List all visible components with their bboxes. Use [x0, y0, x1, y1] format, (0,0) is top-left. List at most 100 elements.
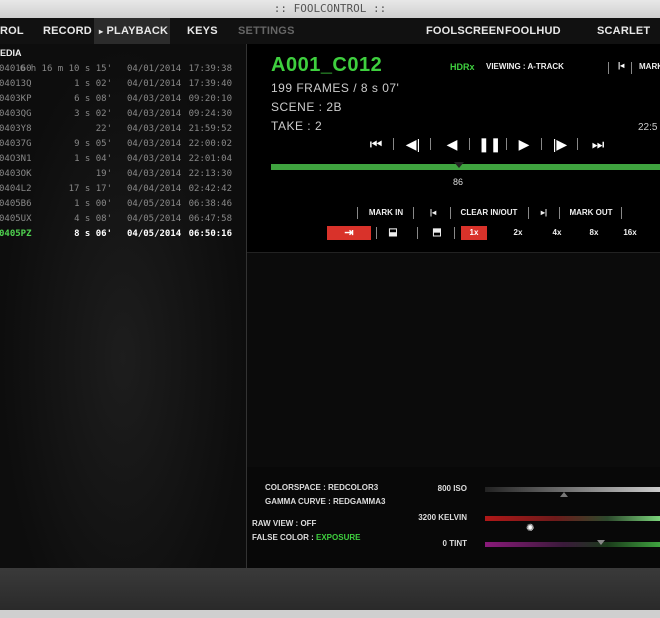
nav-playback[interactable]: ▸ PLAYBACK — [94, 18, 170, 44]
go-to-out-icon[interactable]: ▸| — [534, 206, 554, 220]
media-row[interactable]: 0404L2 17 s 17' 04/04/2014 02:42:42 — [0, 184, 240, 199]
play-icon[interactable]: ▶ — [513, 134, 535, 154]
nav-playback-label: PLAYBACK — [106, 25, 169, 37]
clip-duration: 8 s 06' — [74, 229, 112, 239]
loop-icon[interactable]: ⇥ — [327, 226, 371, 240]
clip-frames: 199 FRAMES / 8 s 07' — [271, 81, 400, 95]
clip-date: 04/03/2014 — [127, 124, 182, 134]
clip-name: 0403QG — [0, 109, 32, 119]
iso-slider[interactable] — [485, 487, 660, 492]
mark-in-button[interactable]: MARK IN — [365, 206, 407, 220]
speed-4x-button[interactable]: 4x — [544, 226, 570, 240]
clip-duration: 1 s 04' — [74, 154, 112, 164]
skip-to-end-icon[interactable]: ⏭ — [587, 134, 609, 154]
media-row[interactable]: 04013Q 1 s 02' 04/01/2014 17:39:40 — [0, 79, 240, 94]
clip-date: 04/04/2014 — [127, 184, 182, 194]
clip-time: 22:01:04 — [188, 154, 232, 164]
speed-16x-button[interactable]: 16x — [617, 226, 643, 240]
play-reverse-icon[interactable]: ◀ — [441, 134, 463, 154]
progress-fill — [271, 164, 439, 170]
media-row[interactable]: 04O3N1 1 s 04' 04/03/2014 22:01:04 — [0, 154, 240, 169]
clip-name: 04037G — [0, 139, 32, 149]
speed-1x-button[interactable]: 1x — [461, 226, 487, 240]
media-row[interactable]: 0403OK 19' 04/03/2014 22:13:30 — [0, 169, 240, 184]
tint-label: 0 TINT — [442, 539, 467, 548]
timecode: 22:5 — [638, 122, 658, 133]
divider — [430, 138, 431, 150]
iso-marker[interactable] — [560, 492, 568, 497]
nav-record[interactable]: RECORD — [43, 18, 92, 44]
clip-time: 09:24:30 — [188, 109, 232, 119]
skip-start-icon[interactable]: |◂ — [618, 61, 624, 70]
speed-8x-button[interactable]: 8x — [581, 226, 607, 240]
clip-time: 21:59:52 — [188, 124, 232, 134]
play-segment-loop-icon[interactable]: ⬒ — [424, 226, 450, 240]
progress-bar[interactable] — [271, 164, 660, 170]
look-panel: COLORSPACE : REDCOLOR3 GAMMA CURVE : RED… — [247, 467, 660, 568]
clip-name: 0403KP — [0, 94, 32, 104]
go-to-in-icon[interactable]: |◂ — [423, 206, 443, 220]
clip-date: 04/05/2014 — [127, 214, 182, 224]
divider — [376, 227, 377, 239]
clip-duration: 4 s 08' — [74, 214, 112, 224]
clip-date: 04/01/2014 — [127, 64, 182, 74]
divider — [454, 227, 455, 239]
step-back-icon[interactable]: ◀| — [402, 134, 424, 154]
clip-time: 09:20:10 — [188, 94, 232, 104]
clip-date: 04/03/2014 — [127, 109, 182, 119]
nav-foolhud[interactable]: FOOLHUD — [505, 18, 561, 44]
media-header: EDIA — [0, 48, 22, 58]
nav-settings[interactable]: SETTINGS — [238, 18, 298, 44]
clip-duration: 17 s 17' — [68, 184, 112, 194]
tungsten-icon: ✺ — [526, 523, 535, 534]
nav-keys[interactable]: KEYS — [187, 18, 218, 44]
hdrx-badge: HDRx — [450, 62, 475, 72]
media-row[interactable]: 0405B6 1 s 00' 04/05/2014 06:38:46 — [0, 199, 240, 214]
footer-edge — [0, 610, 660, 618]
media-row[interactable]: 0403KP 6 s 08' 04/03/2014 09:20:10 — [0, 94, 240, 109]
play-segment-icon[interactable]: ⬓ — [383, 226, 403, 240]
clip-time: 06:50:16 — [188, 229, 232, 239]
clip-name: 0404L2 — [0, 184, 32, 194]
clip-name: 0405B6 — [0, 199, 32, 209]
nav-control[interactable]: ROL — [0, 18, 34, 44]
kelvin-label: 3200 KELVIN — [418, 513, 467, 522]
clip-date: 04/03/2014 — [127, 154, 182, 164]
mark-button[interactable]: MARK — [639, 62, 660, 71]
clip-time: 17:39:40 — [188, 79, 232, 89]
media-row[interactable]: 0403Y8 22' 04/03/2014 21:59:52 — [0, 124, 240, 139]
divider — [528, 207, 529, 219]
clip-time: 22:00:02 — [188, 139, 232, 149]
nav-foolscreen[interactable]: FOOLSCREEN — [426, 18, 504, 44]
mark-out-button[interactable]: MARK OUT — [567, 206, 615, 220]
clip-duration: 6 s 08' — [74, 94, 112, 104]
clip-date: 04/05/2014 — [127, 229, 182, 239]
media-row[interactable]: 0405PZ 8 s 06' 04/05/2014 06:50:16 — [0, 229, 240, 244]
skip-to-start-icon[interactable]: ⏮ — [365, 134, 387, 154]
step-forward-icon[interactable]: |▶ — [549, 134, 571, 154]
clip-date: 04/03/2014 — [127, 169, 182, 179]
clip-duration: 1 s 00' — [74, 199, 112, 209]
divider — [577, 138, 578, 150]
clip-date: 04/05/2014 — [127, 199, 182, 209]
media-row[interactable]: 040160 6 h 16 m 10 s 15' 04/01/2014 17:39:3… — [0, 64, 240, 79]
clip-time: 22:13:30 — [188, 169, 232, 179]
clip-name: 04O3N1 — [0, 154, 32, 164]
media-row[interactable]: 0405UX 4 s 08' 04/05/2014 06:47:58 — [0, 214, 240, 229]
video-preview — [247, 252, 660, 468]
divider — [506, 138, 507, 150]
divider — [469, 138, 470, 150]
speed-2x-button[interactable]: 2x — [505, 226, 531, 240]
tint-marker[interactable] — [597, 540, 605, 545]
media-row[interactable]: 04037G 9 s 05' 04/03/2014 22:00:02 — [0, 139, 240, 154]
nav-camera-scarlet[interactable]: SCARLET — [597, 18, 653, 44]
tint-slider[interactable] — [485, 542, 660, 547]
clip-duration: 1 s 02' — [74, 79, 112, 89]
raw-view-info: RAW VIEW : OFF — [252, 519, 317, 528]
playhead-marker[interactable] — [454, 162, 464, 168]
clear-in-out-button[interactable]: CLEAR IN/OUT — [459, 206, 519, 220]
kelvin-slider[interactable] — [485, 516, 660, 521]
divider — [450, 207, 451, 219]
pause-icon[interactable]: ❚❚ — [478, 134, 501, 154]
media-row[interactable]: 0403QG 3 s 02' 04/03/2014 09:24:30 — [0, 109, 240, 124]
